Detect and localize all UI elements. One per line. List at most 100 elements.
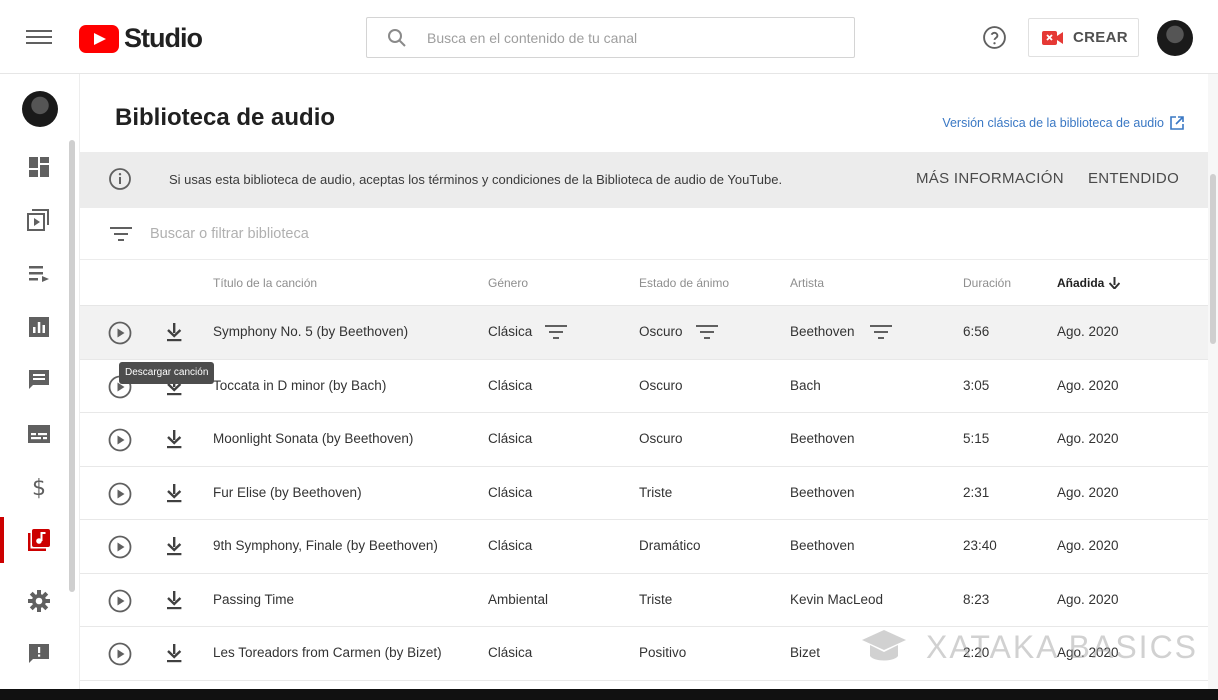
sidebar-item-content[interactable] <box>0 195 80 245</box>
filter-input[interactable] <box>150 223 650 245</box>
cell-duration: 23:40 <box>963 538 997 553</box>
filter-genre-icon[interactable] <box>545 324 567 343</box>
feedback-icon <box>29 644 49 663</box>
cell-title: Moonlight Sonata (by Beethoven) <box>213 431 414 446</box>
youtube-logo-icon <box>79 24 119 53</box>
graduation-cap-icon <box>862 630 906 661</box>
cell-mood: Oscuro <box>639 324 683 339</box>
content-icon <box>27 209 49 231</box>
channel-avatar[interactable] <box>22 91 58 127</box>
classic-library-link[interactable]: Versión clásica de la biblioteca de audi… <box>942 116 1184 130</box>
cell-title: Fur Elise (by Beethoven) <box>213 484 362 500</box>
header-genre[interactable]: Género <box>488 276 528 290</box>
cell-genre: Clásica <box>488 645 533 660</box>
sidebar-item-audio-library[interactable] <box>0 515 80 565</box>
terms-banner: Si usas esta biblioteca de audio, acepta… <box>80 152 1208 208</box>
cell-duration: 3:05 <box>963 377 990 393</box>
table-header: Título de la canción Género Estado de án… <box>80 260 1208 306</box>
sidebar-item-comments[interactable] <box>0 355 80 405</box>
page-scrollbar-thumb[interactable] <box>1210 174 1216 344</box>
cell-artist: Bach <box>790 377 821 393</box>
download-icon[interactable] <box>164 483 184 506</box>
search-input[interactable] <box>427 26 827 50</box>
cell-mood: Oscuro <box>639 431 683 446</box>
cell-added: Ago. 2020 <box>1057 377 1119 393</box>
header-artist[interactable]: Artista <box>790 276 824 290</box>
sidebar-item-subtitles[interactable] <box>0 409 80 459</box>
create-label: CREAR <box>1073 29 1128 46</box>
play-icon[interactable] <box>108 535 132 562</box>
table-row[interactable]: Toccata in D minor (by Bach) Clásica Oscur… <box>80 360 1208 413</box>
analytics-icon <box>29 317 49 337</box>
cell-title: Symphony No. 5 (by Beethoven) <box>213 324 409 339</box>
filter-artist-icon[interactable] <box>870 324 892 343</box>
logo-text: Studio <box>124 23 203 53</box>
download-icon[interactable] <box>164 536 184 559</box>
sidebar-item-settings[interactable] <box>0 576 80 626</box>
play-icon[interactable] <box>108 589 132 616</box>
header-title[interactable]: Título de la canción <box>213 276 317 290</box>
arrow-down-icon <box>1109 277 1121 289</box>
header-mood[interactable]: Estado de ánimo <box>639 276 729 290</box>
playlists-icon <box>29 266 49 282</box>
monetization-icon: $ <box>32 476 46 499</box>
sidebar-item-analytics[interactable] <box>0 302 80 352</box>
filter-icon[interactable] <box>110 226 132 242</box>
download-icon[interactable] <box>164 643 184 666</box>
sidebar-item-playlists[interactable] <box>0 248 80 298</box>
comments-icon <box>29 370 49 389</box>
account-avatar[interactable] <box>1157 20 1193 56</box>
download-icon[interactable] <box>164 322 184 345</box>
settings-icon <box>28 590 50 612</box>
play-icon[interactable] <box>108 642 132 669</box>
sidebar-item-feedback[interactable] <box>0 629 80 679</box>
download-icon[interactable] <box>164 429 184 452</box>
cell-genre: Clásica <box>488 538 533 553</box>
external-link-icon <box>1170 116 1184 130</box>
help-icon[interactable] <box>982 25 1007 55</box>
download-icon[interactable] <box>164 590 184 613</box>
page-scrollbar[interactable] <box>1208 74 1218 700</box>
cell-mood: Oscuro <box>639 377 683 393</box>
table-row[interactable]: Moonlight Sonata (by Beethoven) Clásica Os… <box>80 413 1208 467</box>
menu-icon[interactable] <box>26 27 52 49</box>
cell-genre: Clásica <box>488 324 533 339</box>
download-tooltip: Descargar canción <box>119 362 215 384</box>
video-camera-icon <box>1042 30 1063 45</box>
sidebar-item-monetization[interactable]: $ <box>0 462 80 512</box>
filter-mood-icon[interactable] <box>696 324 718 343</box>
page-title: Biblioteca de audio <box>115 104 336 131</box>
classic-library-link-text[interactable]: Versión clásica de la biblioteca de audi… <box>942 116 1164 130</box>
play-icon[interactable] <box>108 321 132 348</box>
more-info-button[interactable]: MÁS INFORMACIÓN <box>916 170 1064 187</box>
sidebar-item-dashboard[interactable] <box>0 142 80 192</box>
search-icon <box>388 29 406 47</box>
watermark: XATAKA BASICS <box>860 628 1198 666</box>
search-box[interactable] <box>366 17 855 58</box>
cell-mood: Triste <box>639 484 673 500</box>
header-duration[interactable]: Duración <box>963 276 1011 290</box>
header-added[interactable]: Añadida <box>1057 276 1121 290</box>
dismiss-button[interactable]: ENTENDIDO <box>1088 170 1179 187</box>
cell-artist: Beethoven <box>790 538 855 553</box>
left-sidebar: $ <box>0 74 80 700</box>
table-row[interactable]: 9th Symphony, Finale (by Beethoven) Clási… <box>80 520 1208 574</box>
table-row[interactable]: Symphony No. 5 (by Beethoven) Clásica Oscu… <box>80 306 1208 360</box>
table-row[interactable]: Passing Time Ambiental Triste Kevin MacLeod… <box>80 574 1208 627</box>
cell-mood: Positivo <box>639 645 687 660</box>
cell-artist: Beethoven <box>790 431 855 446</box>
create-button[interactable]: CREAR <box>1028 18 1139 57</box>
cell-genre: Clásica <box>488 377 533 393</box>
cell-mood: Triste <box>639 591 673 607</box>
cell-title: Les Toreadors from Carmen (by Bizet) <box>213 645 442 660</box>
cell-genre: Clásica <box>488 431 533 446</box>
cell-artist: Kevin MacLeod <box>790 591 884 607</box>
play-icon[interactable] <box>108 428 132 455</box>
youtube-studio-logo[interactable]: Studio <box>79 23 203 54</box>
subtitles-icon <box>28 425 50 443</box>
cell-duration: 5:15 <box>963 431 990 446</box>
svg-text:$: $ <box>32 476 46 499</box>
table-row[interactable]: Fur Elise (by Beethoven) Clásica Triste Bee… <box>80 467 1208 520</box>
bottom-edge <box>0 689 1218 700</box>
play-icon[interactable] <box>108 482 132 509</box>
